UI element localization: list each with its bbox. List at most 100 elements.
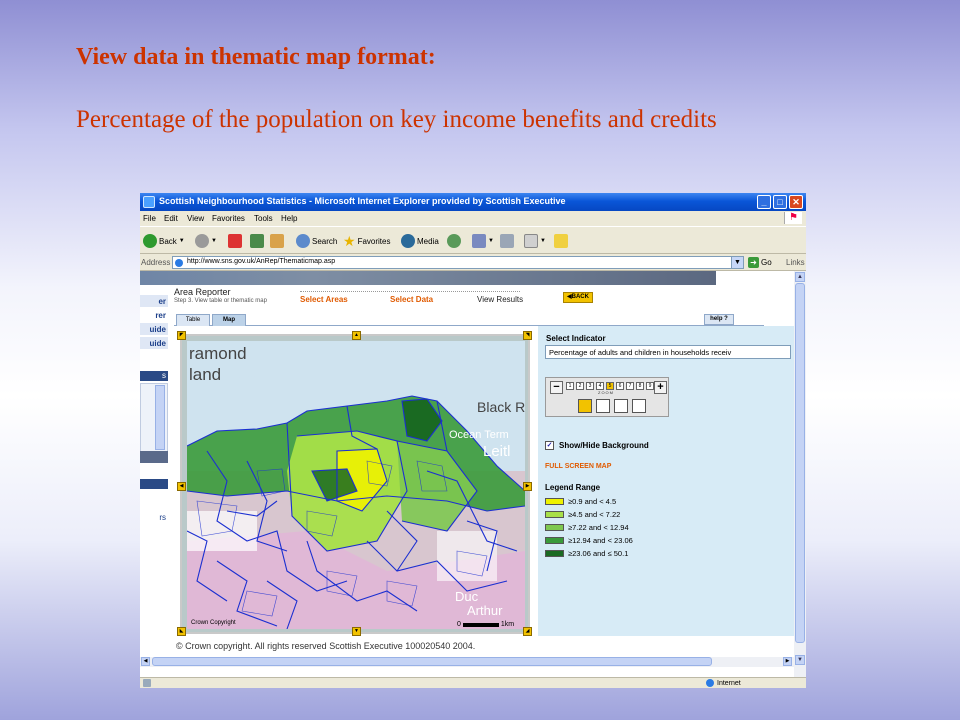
legend-item: ≥23.06 and ≤ 50.1 xyxy=(545,549,628,558)
vertical-scrollbar[interactable]: ▲ ▼ xyxy=(794,271,806,677)
indicator-select[interactable]: Percentage of adults and children in hou… xyxy=(545,345,791,359)
home-button[interactable] xyxy=(270,233,284,249)
tab-table[interactable]: Table xyxy=(176,314,210,326)
zoom-level-2[interactable]: 2 xyxy=(576,382,584,390)
search-label: Search xyxy=(312,236,338,246)
show-hide-background[interactable]: ✓ Show/Hide Background xyxy=(545,441,649,450)
menu-favorites[interactable]: Favorites xyxy=(212,214,245,223)
menu-file[interactable]: File xyxy=(143,214,156,223)
edit-dropdown-icon[interactable]: ▼ xyxy=(540,238,546,244)
map-label: Duc xyxy=(455,589,479,604)
pan-southeast-icon[interactable]: ◢ xyxy=(523,627,532,636)
mail-dropdown-icon[interactable]: ▼ xyxy=(488,238,494,244)
menu-help[interactable]: Help xyxy=(281,214,297,223)
legend-swatch xyxy=(545,498,564,505)
zoom-level-5[interactable]: 5 xyxy=(606,382,614,390)
side-nav-item[interactable]: rs xyxy=(140,513,166,522)
pan-northeast-icon[interactable]: ◥ xyxy=(523,331,532,340)
pan-southwest-icon[interactable]: ◣ xyxy=(177,627,186,636)
media-button[interactable]: Media xyxy=(401,233,439,249)
vertical-scroll-thumb[interactable] xyxy=(795,283,805,643)
zoom-in-button[interactable]: + xyxy=(654,381,667,394)
history-button[interactable] xyxy=(447,233,461,249)
info-tool-icon[interactable] xyxy=(596,399,610,413)
map-settings-icon[interactable] xyxy=(632,399,646,413)
side-nav-item[interactable]: uide xyxy=(140,337,168,350)
title-bar[interactable]: Scottish Neighbourhood Statistics - Micr… xyxy=(140,193,806,211)
map-label: Black R xyxy=(477,399,525,415)
map-label: Ocean Term xyxy=(449,429,509,441)
zoom-level-6[interactable]: 6 xyxy=(616,382,624,390)
horizontal-scrollbar[interactable]: ◀ ▶ xyxy=(140,657,794,667)
zoom-level-4[interactable]: 4 xyxy=(596,382,604,390)
minimize-button[interactable]: _ xyxy=(757,195,771,209)
print-map-icon[interactable] xyxy=(614,399,628,413)
word-icon xyxy=(524,234,538,248)
messenger-button[interactable] xyxy=(554,233,568,249)
help-button[interactable]: help ? xyxy=(704,314,734,325)
map-scalebar: 0 1km xyxy=(457,621,514,628)
step-select-data[interactable]: Select Data xyxy=(390,295,433,304)
scroll-up-icon[interactable]: ▲ xyxy=(795,272,805,282)
menu-edit[interactable]: Edit xyxy=(164,214,178,223)
ie-icon xyxy=(143,196,155,208)
zoom-control: − 1 2 3 4 5 6 7 8 9 + ZOOM xyxy=(545,377,669,417)
edit-button[interactable]: ▼ xyxy=(524,233,546,249)
maximize-button[interactable]: □ xyxy=(773,195,787,209)
forward-dropdown-icon[interactable]: ▼ xyxy=(211,238,217,244)
back-button[interactable]: Back ▼ xyxy=(143,233,185,249)
menu-tools[interactable]: Tools xyxy=(254,214,273,223)
horizontal-scroll-thumb[interactable] xyxy=(152,657,712,666)
zoom-tool-icon[interactable] xyxy=(578,399,592,413)
address-dropdown-icon[interactable]: ▼ xyxy=(731,256,744,269)
thematic-map[interactable]: ramond land Black R Ocean Term Leitl Duc… xyxy=(187,341,525,629)
close-button[interactable]: ✕ xyxy=(789,195,803,209)
search-button[interactable]: Search xyxy=(296,233,337,249)
scroll-down-icon[interactable]: ▼ xyxy=(795,655,805,665)
media-icon xyxy=(401,234,415,248)
forward-button[interactable]: ▼ xyxy=(195,233,217,249)
favorites-button[interactable]: ★ Favorites xyxy=(343,233,390,249)
security-zone: Internet xyxy=(706,679,741,687)
pan-west-icon[interactable]: ◀ xyxy=(177,482,186,491)
side-list-scrollbar[interactable] xyxy=(155,385,165,450)
tab-map[interactable]: Map xyxy=(212,314,246,326)
stop-button[interactable] xyxy=(228,233,242,249)
show-background-checkbox[interactable]: ✓ xyxy=(545,441,554,450)
side-nav-item[interactable]: uide xyxy=(140,323,168,336)
address-bar: Address http://www.sns.gov.uk/AnRep/Them… xyxy=(140,255,806,271)
legend-title: Legend Range xyxy=(545,483,601,492)
zoom-level-1[interactable]: 1 xyxy=(566,382,574,390)
zoom-level-8[interactable]: 8 xyxy=(636,382,644,390)
menu-view[interactable]: View xyxy=(187,214,204,223)
go-button[interactable]: ➜ Go xyxy=(748,257,772,268)
browser-window: Scottish Neighbourhood Statistics - Micr… xyxy=(140,193,806,688)
back-page-button[interactable]: ◀BACK xyxy=(563,292,593,303)
zoom-level-3[interactable]: 3 xyxy=(586,382,594,390)
map-copyright: Crown Copyright xyxy=(191,620,236,626)
links-button[interactable]: Links xyxy=(786,258,805,267)
zoom-level-7[interactable]: 7 xyxy=(626,382,634,390)
print-button[interactable] xyxy=(500,233,514,249)
back-dropdown-icon[interactable]: ▼ xyxy=(179,238,185,244)
refresh-button[interactable] xyxy=(250,233,264,249)
step-select-areas[interactable]: Select Areas xyxy=(300,295,348,304)
zoom-out-button[interactable]: − xyxy=(550,381,563,394)
scroll-right-icon[interactable]: ▶ xyxy=(783,657,792,666)
mail-button[interactable]: ▼ xyxy=(472,233,494,249)
side-nav-item[interactable]: er xyxy=(140,295,168,308)
go-label: Go xyxy=(761,258,772,267)
pan-south-icon[interactable]: ▼ xyxy=(352,627,361,636)
zoom-level-9[interactable]: 9 xyxy=(646,382,654,390)
pan-east-icon[interactable]: ▶ xyxy=(523,482,532,491)
zone-label: Internet xyxy=(717,679,741,687)
full-screen-map-link[interactable]: FULL SCREEN MAP xyxy=(545,463,611,470)
pan-northwest-icon[interactable]: ◤ xyxy=(177,331,186,340)
side-nav-item[interactable]: rer xyxy=(140,309,168,322)
scroll-left-icon[interactable]: ◀ xyxy=(141,657,150,666)
search-icon xyxy=(296,234,310,248)
window-title: Scottish Neighbourhood Statistics - Micr… xyxy=(159,196,566,206)
pan-north-icon[interactable]: ▲ xyxy=(352,331,361,340)
address-input[interactable]: http://www.sns.gov.uk/AnRep/Thematicmap.… xyxy=(172,256,744,269)
side-section-label: s xyxy=(162,371,166,380)
